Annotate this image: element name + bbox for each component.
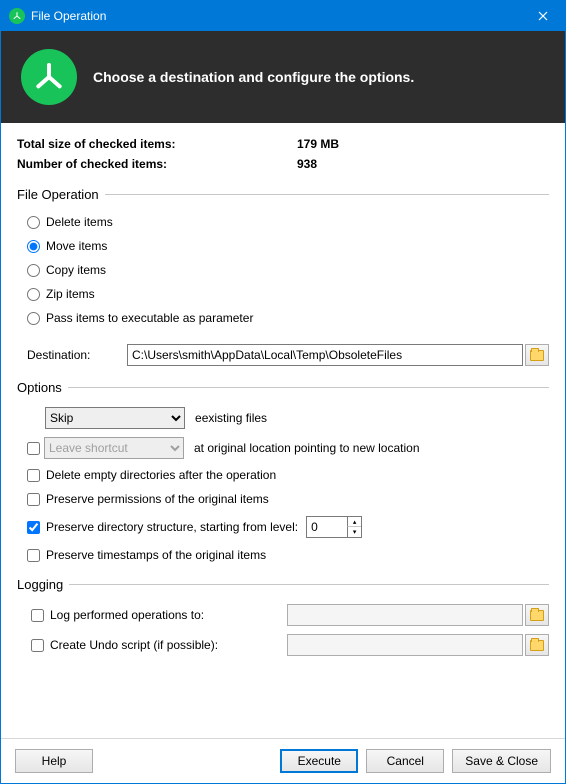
file-operation-dialog: File Operation Choose a destination and … <box>0 0 566 784</box>
content-area: Total size of checked items: 179 MB Numb… <box>1 123 565 738</box>
options-block: Skip eexisting files Leave shortcut at o… <box>17 403 549 567</box>
delete-empty-check[interactable]: Delete empty directories after the opera… <box>27 463 549 487</box>
banner: Choose a destination and configure the o… <box>1 31 565 123</box>
log-ops-row: Log performed operations to: <box>27 600 549 630</box>
shortcut-label: at original location pointing to new loc… <box>194 441 420 455</box>
logging-header: Logging <box>17 577 549 592</box>
close-button[interactable] <box>520 1 565 31</box>
radio-copy[interactable]: Copy items <box>27 258 549 282</box>
app-icon <box>9 8 25 24</box>
shortcut-row: Leave shortcut at original location poin… <box>27 433 549 463</box>
preserve-timestamps-check[interactable]: Preserve timestamps of the original item… <box>27 543 549 567</box>
folder-icon <box>530 640 544 651</box>
stat-count-label: Number of checked items: <box>17 157 297 171</box>
logo-icon <box>21 49 77 105</box>
log-ops-browse[interactable] <box>525 604 549 626</box>
destination-row: Destination: <box>17 344 549 366</box>
stat-count-value: 938 <box>297 157 317 171</box>
cancel-button[interactable]: Cancel <box>366 749 444 773</box>
radio-pass[interactable]: Pass items to executable as parameter <box>27 306 549 330</box>
undo-check[interactable]: Create Undo script (if possible): <box>27 636 227 655</box>
help-button[interactable]: Help <box>15 749 93 773</box>
window-title: File Operation <box>31 9 520 23</box>
undo-row: Create Undo script (if possible): <box>27 630 549 660</box>
destination-browse-button[interactable] <box>525 344 549 366</box>
folder-icon <box>530 350 544 361</box>
options-header: Options <box>17 380 549 395</box>
folder-icon <box>530 610 544 621</box>
existing-files-row: Skip eexisting files <box>27 403 549 433</box>
execute-button[interactable]: Execute <box>280 749 358 773</box>
file-operation-header: File Operation <box>17 187 549 202</box>
shortcut-select: Leave shortcut <box>44 437 184 459</box>
radio-zip[interactable]: Zip items <box>27 282 549 306</box>
file-operation-radios: Delete items Move items Copy items Zip i… <box>17 210 549 330</box>
radio-move[interactable]: Move items <box>27 234 549 258</box>
preserve-structure-row: Preserve directory structure, starting f… <box>27 511 549 543</box>
preserve-structure-label: Preserve directory structure, starting f… <box>46 520 298 534</box>
stat-size-label: Total size of checked items: <box>17 137 297 151</box>
level-spinner[interactable]: 0 ▴▾ <box>306 516 362 538</box>
undo-path <box>287 634 523 656</box>
banner-headline: Choose a destination and configure the o… <box>93 69 414 85</box>
undo-browse[interactable] <box>525 634 549 656</box>
shortcut-checkbox[interactable] <box>27 442 40 455</box>
preserve-structure-check[interactable] <box>27 521 40 534</box>
destination-input[interactable] <box>127 344 523 366</box>
footer: Help Execute Cancel Save & Close <box>1 738 565 783</box>
spin-up[interactable]: ▴ <box>347 517 361 527</box>
stat-size-row: Total size of checked items: 179 MB <box>17 137 549 151</box>
existing-files-label: eexisting files <box>195 411 267 425</box>
stat-count-row: Number of checked items: 938 <box>17 157 549 171</box>
close-icon <box>538 11 548 21</box>
logging-block: Log performed operations to: Create Undo… <box>17 600 549 660</box>
destination-label: Destination: <box>27 348 127 362</box>
spin-down[interactable]: ▾ <box>347 527 361 537</box>
radio-delete[interactable]: Delete items <box>27 210 549 234</box>
titlebar: File Operation <box>1 1 565 31</box>
save-close-button[interactable]: Save & Close <box>452 749 551 773</box>
log-ops-check[interactable]: Log performed operations to: <box>27 606 227 625</box>
existing-files-select[interactable]: Skip <box>45 407 185 429</box>
preserve-permissions-check[interactable]: Preserve permissions of the original ite… <box>27 487 549 511</box>
stats-block: Total size of checked items: 179 MB Numb… <box>17 137 549 171</box>
stat-size-value: 179 MB <box>297 137 339 151</box>
log-ops-path <box>287 604 523 626</box>
